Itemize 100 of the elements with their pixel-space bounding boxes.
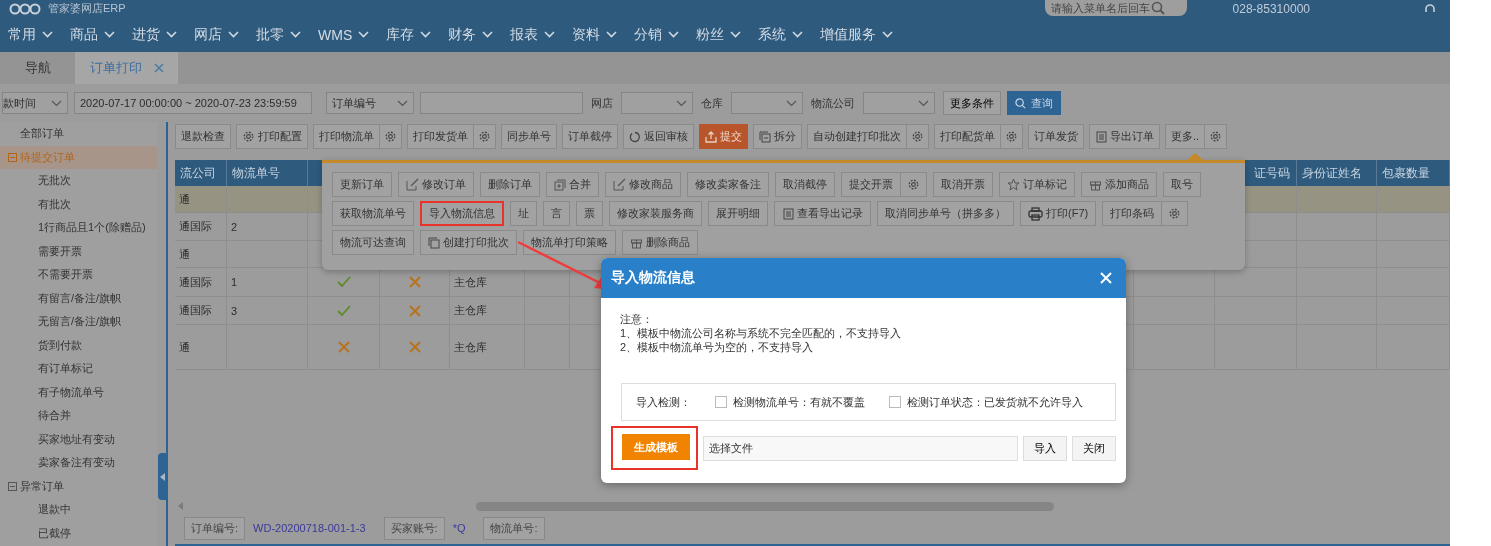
tree-item[interactable]: 有子物流单号 — [0, 380, 157, 404]
tree-item[interactable]: 已截停 — [0, 521, 157, 545]
toolbar-button[interactable]: 导出订单 — [1089, 124, 1160, 149]
tree-item[interactable]: 退款中 — [0, 498, 157, 522]
menu-item[interactable]: 批零 — [256, 25, 301, 44]
select-field[interactable] — [731, 92, 803, 114]
menu-button[interactable]: 展开明细 — [708, 201, 768, 226]
toolbar-button[interactable]: 订单发货 — [1028, 124, 1084, 149]
menu-button[interactable]: 取消开票 — [933, 172, 993, 197]
tree-item[interactable]: 无留言/备注/旗帜 — [0, 310, 157, 334]
dialog-button[interactable]: 导入 — [1023, 435, 1067, 461]
menu-item[interactable]: 报表 — [510, 25, 556, 44]
menu-item[interactable]: WMS — [318, 26, 370, 43]
select-field[interactable]: 订单编号 — [326, 92, 414, 114]
settings-icon[interactable] — [1005, 130, 1018, 143]
split-button[interactable]: 打印条码 — [1102, 201, 1189, 226]
close-icon[interactable] — [153, 63, 164, 73]
tree-item[interactable]: 待合并 — [0, 404, 157, 428]
split-button[interactable]: 自动创建打印批次 — [807, 124, 929, 149]
menu-button[interactable]: 创建打印批次 — [420, 230, 517, 255]
scrollbar-thumb[interactable] — [476, 501, 1054, 511]
collapse-handle[interactable] — [158, 453, 167, 500]
tree-item[interactable]: 不需要开票 — [0, 263, 157, 287]
menu-button[interactable]: 取消截停 — [775, 172, 835, 197]
toolbar-button[interactable]: 退款检查 — [175, 124, 231, 149]
menu-item[interactable]: 增值服务 — [820, 25, 894, 44]
menu-button[interactable]: 址 — [510, 201, 537, 226]
settings-icon[interactable] — [1209, 130, 1223, 143]
split-button[interactable]: 更多.. — [1165, 124, 1228, 149]
menu-button[interactable]: 获取物流单号 — [332, 201, 414, 226]
search-button[interactable]: 查询 — [1007, 91, 1061, 115]
tree-item[interactable]: 买家地址有变动 — [0, 427, 157, 451]
menu-item[interactable]: 网店 — [194, 25, 239, 44]
menu-search-field[interactable]: 请输入菜单名后回车 — [1044, 0, 1187, 16]
tree-item[interactable]: 有留言/备注/旗帜 — [0, 286, 157, 310]
menu-button[interactable]: 取消同步单号（拼多多） — [877, 201, 1014, 226]
tree-item[interactable]: 无批次 — [0, 169, 157, 193]
tree-item[interactable]: 货到付款 — [0, 333, 157, 357]
menu-item[interactable]: 资料 — [572, 25, 618, 44]
settings-icon[interactable] — [1168, 207, 1182, 220]
menu-button[interactable]: 物流可达查询 — [332, 230, 414, 255]
split-button[interactable]: 打印发货单 — [407, 124, 496, 149]
tree-item[interactable]: 全部订单 — [0, 122, 157, 146]
toolbar-button[interactable]: 订单截停 — [562, 124, 618, 149]
tab[interactable]: 导航 — [0, 52, 75, 84]
menu-button[interactable]: 修改家装服务商 — [609, 201, 702, 226]
select-field[interactable] — [863, 92, 935, 114]
collapse-icon[interactable] — [8, 481, 17, 491]
more-conditions-button[interactable]: 更多条件 — [943, 91, 1001, 115]
menu-button[interactable]: 修改商品 — [605, 172, 681, 197]
menu-button[interactable]: 添加商品 — [1081, 172, 1157, 197]
tree-item[interactable]: 卖家备注有变动 — [0, 451, 157, 475]
menu-item[interactable]: 进货 — [132, 25, 177, 44]
toolbar-button[interactable]: 打印配置 — [236, 124, 308, 149]
menu-button[interactable]: 取号 — [1163, 172, 1201, 197]
settings-icon[interactable] — [384, 130, 397, 143]
menu-item[interactable]: 库存 — [386, 25, 432, 44]
menu-button[interactable]: 修改订单 — [398, 172, 474, 197]
input-field[interactable] — [420, 92, 583, 114]
settings-icon[interactable] — [911, 130, 924, 143]
select-field[interactable] — [621, 92, 693, 114]
split-button[interactable]: 打印配货单 — [934, 124, 1023, 149]
toolbar-button[interactable]: 返回审核 — [623, 124, 694, 149]
checkbox[interactable]: 检测订单状态：已发货就不允许导入 — [889, 394, 1083, 410]
menu-button[interactable]: 合并 — [546, 172, 599, 197]
generate-template-button[interactable]: 生成模板 — [622, 434, 690, 460]
tree-item[interactable]: 有订单标记 — [0, 357, 157, 381]
menu-button[interactable]: 删除商品 — [622, 230, 698, 255]
menu-item[interactable]: 财务 — [448, 25, 494, 44]
tree-item[interactable]: 需要开票 — [0, 239, 157, 263]
checkbox[interactable]: 检测物流单号：有就不覆盖 — [715, 394, 865, 410]
settings-icon[interactable] — [478, 130, 491, 143]
menu-button[interactable]: 票 — [576, 201, 603, 226]
toolbar-button[interactable]: 拆分 — [753, 124, 802, 149]
input-field[interactable]: 2020-07-17 00:00:00 ~ 2020-07-23 23:59:59 — [74, 92, 312, 114]
menu-button[interactable]: 导入物流信息 — [420, 201, 504, 226]
menu-button[interactable]: 物流单打印策略 — [523, 230, 616, 255]
collapse-icon[interactable] — [8, 152, 17, 162]
tree-item[interactable]: 1行商品且1个(除赠品) — [0, 216, 157, 240]
select-field[interactable]: 款时间 — [2, 92, 68, 114]
headset-icon[interactable] — [1424, 2, 1436, 15]
menu-button[interactable]: 删除订单 — [480, 172, 540, 197]
scroll-left-icon[interactable] — [178, 502, 184, 510]
tree-item[interactable]: 有批次 — [0, 192, 157, 216]
split-button[interactable]: 提交开票 — [841, 172, 927, 197]
menu-item[interactable]: 系统 — [758, 25, 804, 44]
dialog-button[interactable]: 关闭 — [1072, 435, 1116, 461]
settings-icon[interactable] — [907, 178, 920, 191]
tree-item[interactable]: 异常订单 — [0, 474, 157, 498]
menu-item[interactable]: 粉丝 — [696, 25, 742, 44]
file-field[interactable]: 选择文件 — [703, 435, 1018, 461]
menu-item[interactable]: 常用 — [8, 25, 53, 44]
menu-button[interactable]: 订单标记 — [999, 172, 1075, 197]
menu-button[interactable]: 打印(F7) — [1020, 201, 1097, 226]
menu-item[interactable]: 商品 — [70, 25, 115, 44]
split-button[interactable]: 打印物流单 — [313, 124, 402, 149]
menu-button[interactable]: 查看导出记录 — [774, 201, 871, 226]
menu-item[interactable]: 分销 — [634, 25, 680, 44]
toolbar-button[interactable]: 提交 — [699, 124, 748, 149]
menu-button[interactable]: 更新订单 — [332, 172, 392, 197]
